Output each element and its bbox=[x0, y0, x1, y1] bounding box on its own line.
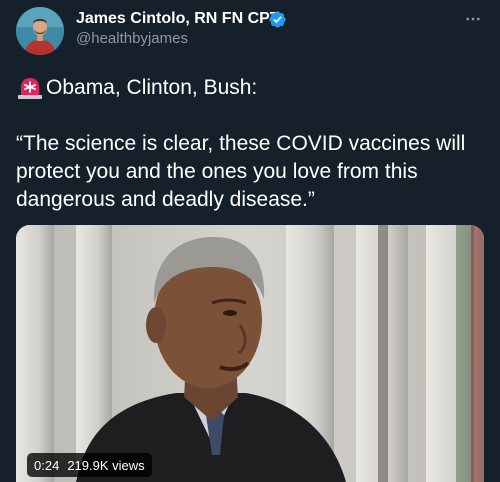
video-stats-badge: 0:24 219.9K views bbox=[27, 453, 152, 477]
tweet-line-1-text: Obama, Clinton, Bush: bbox=[46, 76, 258, 99]
rotating-light-icon bbox=[18, 78, 42, 99]
tweet-quote: “The science is clear, these COVID vacci… bbox=[16, 132, 466, 211]
avatar[interactable] bbox=[16, 7, 64, 55]
tweet-text: Obama, Clinton, Bush: “The science is cl… bbox=[16, 74, 488, 214]
author-name[interactable]: James Cintolo, RN FN CPT bbox=[76, 10, 280, 28]
verified-badge-icon bbox=[269, 11, 286, 28]
video-player[interactable] bbox=[16, 225, 484, 482]
avatar-image bbox=[16, 7, 64, 55]
more-options-button[interactable] bbox=[458, 4, 488, 34]
video-view-count: 219.9K views bbox=[67, 457, 145, 473]
video-thumbnail bbox=[16, 225, 484, 482]
video-timestamp: 0:24 bbox=[34, 457, 60, 473]
tweet-card: James Cintolo, RN FN CPT @healthbyjames … bbox=[0, 0, 500, 482]
tweet-line-1: Obama, Clinton, Bush: bbox=[16, 74, 488, 102]
more-dots-icon bbox=[466, 17, 480, 21]
author-handle[interactable]: @healthbyjames bbox=[76, 30, 188, 47]
